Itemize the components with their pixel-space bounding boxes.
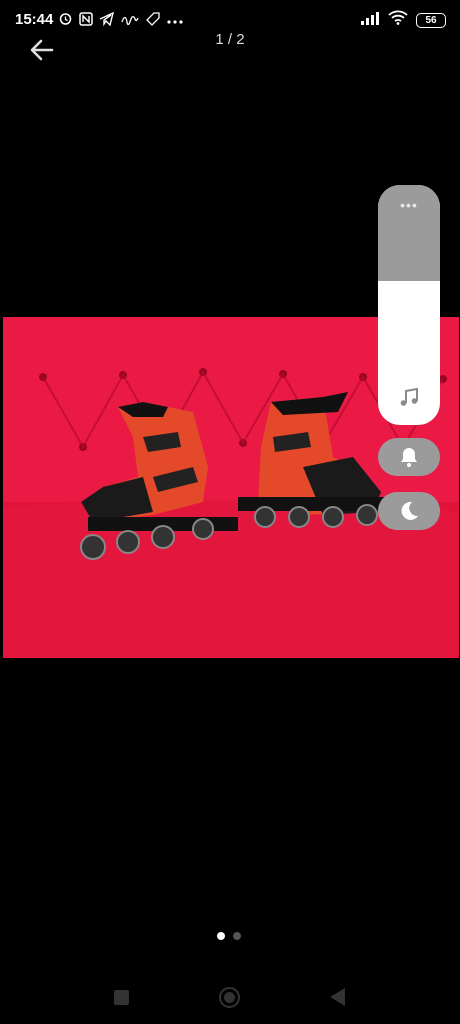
bell-icon: [401, 448, 417, 467]
ring-mode-button[interactable]: [378, 438, 440, 476]
wifi-icon: [388, 10, 408, 30]
do-not-disturb-button[interactable]: [378, 492, 440, 530]
status-right: 56: [360, 10, 446, 30]
battery-indicator: 56: [416, 12, 446, 28]
recents-button[interactable]: [114, 990, 129, 1005]
status-icons: [58, 11, 184, 29]
nav-back-button[interactable]: [330, 988, 345, 1006]
home-button[interactable]: [219, 987, 240, 1008]
page-indicator: [217, 932, 241, 940]
volume-slider-panel[interactable]: •••: [378, 185, 440, 425]
page-dot-active: [217, 932, 225, 940]
nfc-icon: [79, 11, 93, 29]
app-icon: [120, 13, 140, 28]
moon-icon: [401, 501, 418, 520]
panel-more-icon[interactable]: •••: [378, 197, 440, 213]
more-icon: [166, 13, 184, 28]
tag-icon: [146, 11, 160, 29]
page-dot: [233, 932, 241, 940]
telegram-icon: [99, 11, 115, 29]
status-time: 15:44: [15, 11, 54, 28]
signal-icon: [360, 11, 380, 30]
image-counter: 1 / 2: [215, 31, 245, 48]
alarm-icon: [58, 11, 73, 29]
system-nav-bar: [0, 970, 460, 1024]
music-note-icon: [397, 385, 421, 409]
